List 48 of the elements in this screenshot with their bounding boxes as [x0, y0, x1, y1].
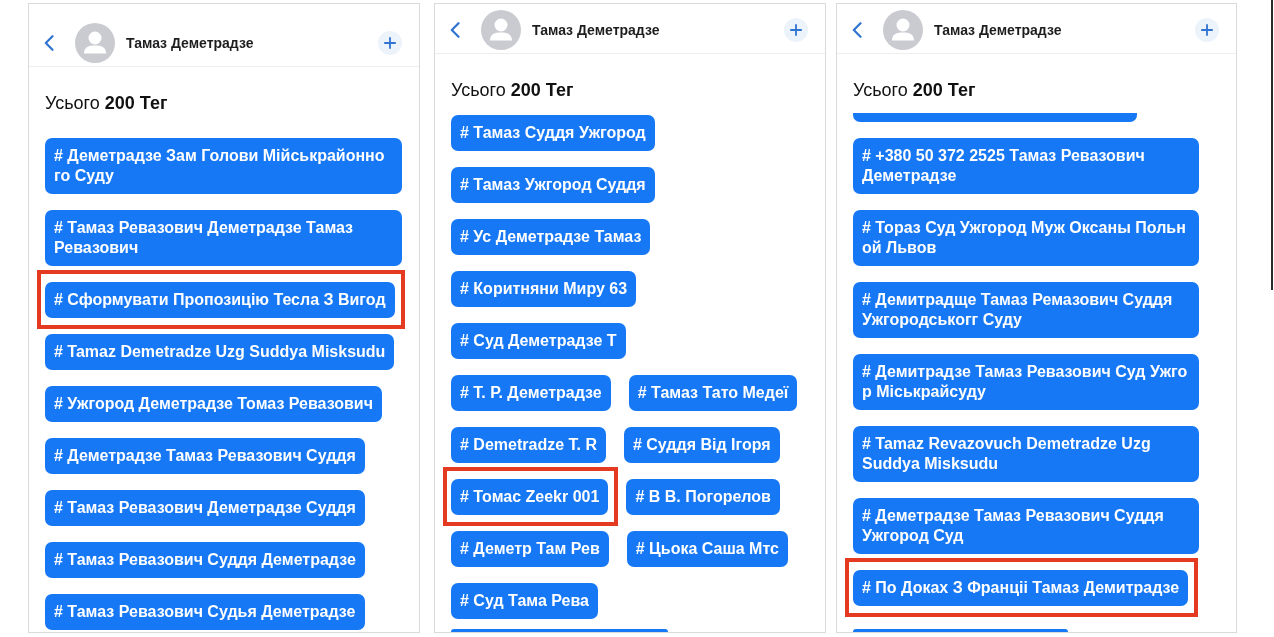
tag-chip[interactable]: # Деметрадзе Тамаз Ревазович Суддя Ужгород Суд: [853, 498, 1199, 554]
tag-chip[interactable]: # Тамаз Ревазович Судья Деметрадзе: [45, 594, 365, 630]
tag-chip[interactable]: # Ус Деметрадзе Тамаз: [451, 219, 651, 255]
back-icon[interactable]: [450, 22, 460, 38]
tag-chip[interactable]: # Тамаз Суддя Ужгород: [451, 115, 655, 151]
tag-chip[interactable]: # По Доках З Франціі Тамаз Демитрадзе: [853, 570, 1189, 606]
tag-chip[interactable]: # В В. Погорелов: [626, 479, 780, 515]
tag-chip[interactable]: # Тораз Суд Ужгород Муж Оксаны Польн ой Львов: [853, 210, 1199, 266]
contact-name: Тамаз Деметрадзе: [126, 35, 255, 51]
tag-chip[interactable]: # Томас Zeekr 001: [451, 479, 609, 515]
plus-icon: [384, 37, 396, 49]
tag-chip[interactable]: # Демитрадзе Тамаз Ревазович Суд Ужго р Міськрайсуду: [853, 354, 1199, 410]
tag-count-title: Усього 200 Тег: [451, 79, 575, 101]
tag-chip[interactable]: # Сформувати Пропозицію Тесла З Вигод: [45, 282, 395, 318]
tag-count-title: Усього 200 Тег: [853, 79, 977, 101]
tag-chip[interactable]: # Суд Деметрадзе Т: [451, 323, 626, 359]
back-icon[interactable]: [852, 22, 862, 38]
tag-chip[interactable]: # Тамаз Ревазович Деметрадзе Суддя: [45, 490, 365, 526]
tag-chip[interactable]: # Тамаз Ревазович Суддя Деметрадзе: [45, 542, 365, 578]
tag-chip[interactable]: # Цьока Саша Мтс: [626, 531, 788, 567]
plus-icon: [790, 24, 802, 36]
add-button[interactable]: [784, 18, 808, 42]
tag-chip[interactable]: # Деметрадзе Тамаз Ревазович Суддя: [45, 438, 365, 474]
tag-chip[interactable]: # Деметр Там Рев: [451, 531, 609, 567]
add-button[interactable]: [378, 31, 402, 55]
tag-chip[interactable]: # Деметрадзе Зам Голови Мійськрайонно го Суду: [45, 138, 402, 194]
tag-chip[interactable]: # Тамаз Тато Медеї: [628, 375, 798, 411]
avatar-icon: [481, 10, 521, 50]
tag-chip[interactable]: # Demetradze T. R: [451, 427, 606, 463]
tag-chip[interactable]: # Суддя Від Ігоря: [623, 427, 780, 463]
tag-count-title: Усього 200 Тег: [45, 92, 169, 114]
contact-name: Тамаз Деметрадзе: [934, 22, 1063, 38]
tag-chip[interactable]: # Тамаз Ревазович Деметрадзе Тамаз Ревазович: [45, 210, 402, 266]
avatar-icon: [883, 10, 923, 50]
avatar-icon: [75, 23, 115, 63]
add-button[interactable]: [1195, 18, 1219, 42]
back-icon[interactable]: [44, 35, 54, 51]
plus-icon: [1201, 24, 1213, 36]
tag-chip[interactable]: # +380 50 372 2525 Тамаз Ревазович Деметрадзе: [853, 138, 1199, 194]
tag-chip[interactable]: # Демитрадще Тамаз Ремазович Суддя Ужгородськогг Суду: [853, 282, 1199, 338]
tag-chip[interactable]: # Т. Р. Деметрадзе: [451, 375, 611, 411]
contact-name: Тамаз Деметрадзе: [532, 22, 661, 38]
tag-chip[interactable]: # Тамаз Ужгород Суддя: [451, 167, 655, 203]
tag-chip[interactable]: # Ужгород Деметрадзе Томаз Ревазович: [45, 386, 382, 422]
tag-chip[interactable]: # Tamaz Revazovuch Demetradze Uzg Suddya Misksudu: [853, 426, 1199, 482]
tag-chip[interactable]: # Tamaz Demetradze Uzg Suddya Misksudu: [45, 334, 395, 370]
tag-chip[interactable]: # Суд Тама Рева: [451, 583, 598, 619]
tag-chip[interactable]: # Коритняни Миру 63: [451, 271, 637, 307]
